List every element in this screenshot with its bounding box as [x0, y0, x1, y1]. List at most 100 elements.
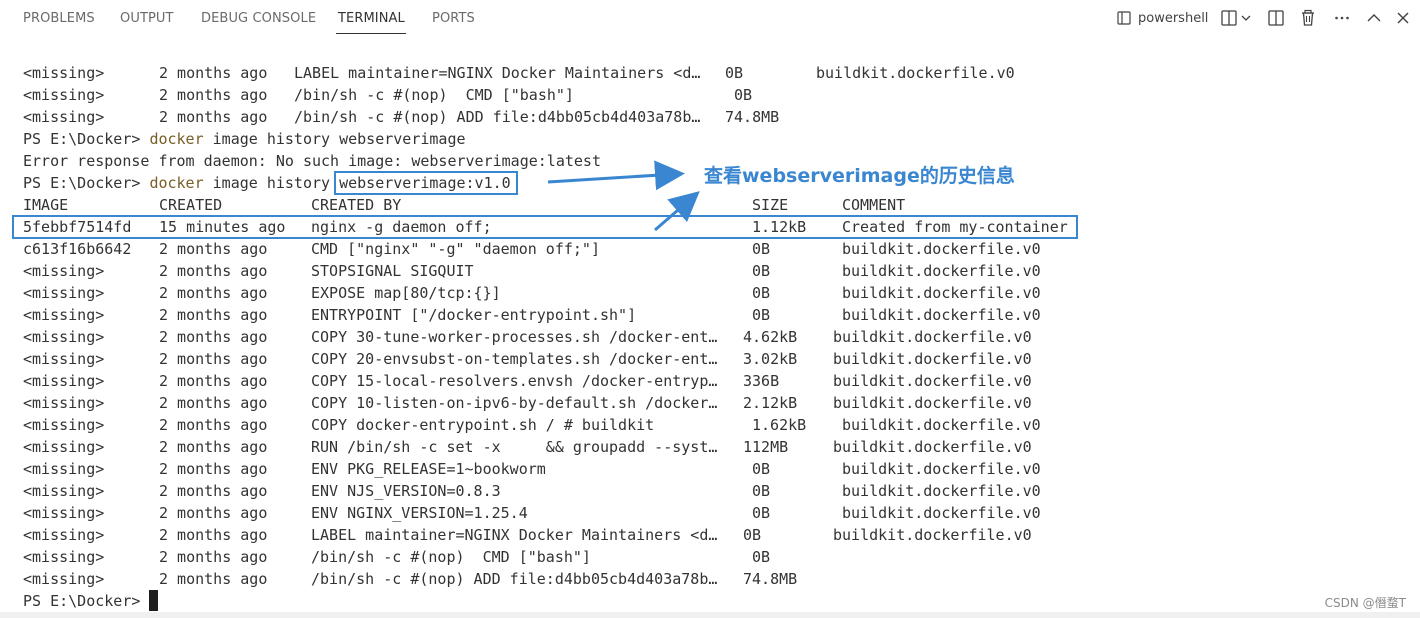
- cell-created-by: COPY 30-tune-worker-processes.sh /docker…: [311, 328, 718, 346]
- command-name: docker: [149, 130, 204, 148]
- cell-created: 2 months ago: [159, 64, 268, 82]
- cell-comment: buildkit.dockerfile.v0: [842, 460, 1041, 478]
- cell-image: <missing>: [23, 284, 105, 302]
- command-args: image history webserverimage: [203, 130, 466, 148]
- annotation-label: 查看webserverimage的历史信息: [704, 165, 1015, 187]
- cell-created-by: ENV PKG_RELEASE=1~bookworm: [311, 460, 546, 478]
- cell-size: 0B: [752, 306, 771, 324]
- cell-comment: buildkit.dockerfile.v0: [833, 350, 1032, 368]
- cell-created: 2 months ago: [159, 460, 268, 478]
- cell-created: 2 months ago: [159, 570, 268, 588]
- cell-created-by: LABEL maintainer=NGINX Docker Maintainer…: [294, 64, 701, 82]
- error-line: Error response from daemon: No such imag…: [23, 150, 601, 172]
- cell-created: 2 months ago: [159, 306, 268, 324]
- cell-size: 0B: [752, 504, 771, 522]
- cell-comment: buildkit.dockerfile.v0: [833, 372, 1032, 390]
- cell-created-by: /bin/sh -c #(nop) ADD file:d4bb05cb4d403…: [294, 108, 701, 126]
- cell-image: <missing>: [23, 504, 105, 522]
- cell-size: 3.02kB: [743, 350, 798, 368]
- cell-comment: buildkit.dockerfile.v0: [833, 526, 1032, 544]
- cell-comment: buildkit.dockerfile.v0: [833, 438, 1032, 456]
- cell-created-by: /bin/sh -c #(nop) ADD file:d4bb05cb4d403…: [311, 570, 718, 588]
- cell-size: 74.8MB: [725, 108, 780, 126]
- terminal-icon: [1117, 11, 1131, 25]
- cell-created: 2 months ago: [159, 108, 268, 126]
- cell-comment: buildkit.dockerfile.v0: [842, 262, 1041, 280]
- cell-created: 2 months ago: [159, 526, 268, 544]
- cell-comment: buildkit.dockerfile.v0: [842, 482, 1041, 500]
- header-created-by: CREATED BY: [311, 196, 402, 214]
- cell-image: <missing>: [23, 438, 105, 456]
- cell-comment: buildkit.dockerfile.v0: [842, 284, 1041, 302]
- cell-image: <missing>: [23, 394, 105, 412]
- chevron-down-icon[interactable]: [1240, 9, 1252, 27]
- cell-created: 2 months ago: [159, 328, 268, 346]
- cell-size: 0B: [752, 284, 771, 302]
- prompt: PS E:\Docker>: [23, 592, 150, 610]
- cell-created-by: /bin/sh -c #(nop) CMD ["bash"]: [311, 548, 591, 566]
- terminal-cursor: [149, 590, 158, 611]
- bottom-strip: [0, 612, 1420, 618]
- cell-image: <missing>: [23, 482, 105, 500]
- cell-created-by: LABEL maintainer=NGINX Docker Maintainer…: [311, 526, 718, 544]
- close-icon[interactable]: [1394, 9, 1412, 27]
- arrow-to-tag: [547, 160, 685, 191]
- prompt: PS E:\Docker>: [23, 174, 150, 192]
- layout-icon[interactable]: [1267, 9, 1285, 27]
- prompt: PS E:\Docker>: [23, 130, 150, 148]
- cell-created-by: COPY 10-listen-on-ipv6-by-default.sh /do…: [311, 394, 718, 412]
- cell-comment: buildkit.dockerfile.v0: [833, 328, 1032, 346]
- cell-created-by: STOPSIGNAL SIGQUIT: [311, 262, 474, 280]
- command-args: image history: [203, 174, 340, 192]
- cell-created: 2 months ago: [159, 438, 268, 456]
- highlight-tag-box: [334, 171, 518, 195]
- cell-size: 112MB: [743, 438, 789, 456]
- terminal-selector[interactable]: powershell: [1116, 10, 1208, 26]
- cell-size: 0B: [725, 64, 744, 82]
- cell-size: 0B: [752, 262, 771, 280]
- tab-output[interactable]: OUTPUT: [120, 11, 174, 26]
- cell-created: 2 months ago: [159, 548, 268, 566]
- cell-comment: buildkit.dockerfile.v0: [842, 416, 1041, 434]
- tab-ports[interactable]: PORTS: [432, 11, 475, 26]
- tab-terminal[interactable]: TERMINAL: [338, 11, 405, 26]
- cell-image: <missing>: [23, 64, 105, 82]
- more-icon[interactable]: [1333, 9, 1351, 27]
- cell-created: 2 months ago: [159, 284, 268, 302]
- cell-created: 2 months ago: [159, 482, 268, 500]
- cell-created: 2 months ago: [159, 350, 268, 368]
- cell-created-by: EXPOSE map[80/tcp:{}]: [311, 284, 501, 302]
- cell-comment: buildkit.dockerfile.v0: [842, 240, 1041, 258]
- tab-debug-console[interactable]: DEBUG CONSOLE: [201, 11, 316, 26]
- cell-size: 0B: [752, 460, 771, 478]
- cell-comment: buildkit.dockerfile.v0: [842, 306, 1041, 324]
- cell-image: <missing>: [23, 350, 105, 368]
- cell-size: 0B: [752, 482, 771, 500]
- command-line: PS E:\Docker> docker image history webse…: [23, 128, 466, 150]
- chevron-up-icon[interactable]: [1365, 9, 1383, 27]
- cell-image: <missing>: [23, 570, 105, 588]
- watermark: CSDN @僭蝥T: [1324, 596, 1406, 610]
- cell-created-by: ENV NGINX_VERSION=1.25.4: [311, 504, 528, 522]
- cell-image: <missing>: [23, 328, 105, 346]
- cell-image: <missing>: [23, 262, 105, 280]
- cell-created: 2 months ago: [159, 262, 268, 280]
- split-terminal-icon[interactable]: [1220, 9, 1238, 27]
- cell-image: <missing>: [23, 526, 105, 544]
- cell-created-by: COPY docker-entrypoint.sh / # buildkit: [311, 416, 655, 434]
- trash-icon[interactable]: [1299, 9, 1317, 27]
- highlight-row-box: [12, 215, 1078, 239]
- command-name: docker: [149, 174, 204, 192]
- cell-created: 2 months ago: [159, 86, 268, 104]
- header-comment: COMMENT: [842, 196, 906, 214]
- active-tab-indicator: [336, 33, 406, 34]
- cell-created: 2 months ago: [159, 394, 268, 412]
- header-size: SIZE: [752, 196, 789, 214]
- header-image: IMAGE: [23, 196, 69, 214]
- tab-problems[interactable]: PROBLEMS: [23, 11, 95, 26]
- cell-created-by: RUN /bin/sh -c set -x && groupadd --syst…: [311, 438, 718, 456]
- cell-created-by: /bin/sh -c #(nop) CMD ["bash"]: [294, 86, 574, 104]
- cell-image: <missing>: [23, 86, 105, 104]
- cell-size: 4.62kB: [743, 328, 798, 346]
- cell-size: 0B: [752, 548, 771, 566]
